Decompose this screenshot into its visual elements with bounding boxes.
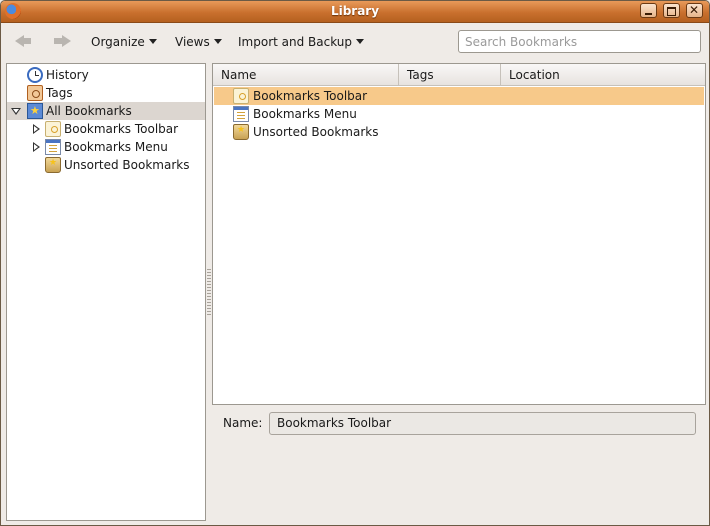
list-item[interactable]: Unsorted Bookmarks (214, 121, 704, 141)
close-icon: ✕ (689, 3, 700, 17)
search-input[interactable] (458, 30, 701, 53)
expander-expanded-icon[interactable] (11, 108, 21, 115)
list-item-name: Bookmarks Menu (253, 107, 357, 121)
sidebar-item-bookmarks-toolbar[interactable]: Bookmarks Toolbar (7, 120, 205, 138)
history-clock-icon (27, 67, 43, 83)
sidebar-tree[interactable]: History Tags All Bookmarks Bookmarks Toolba… (6, 63, 206, 521)
window-title: Library (330, 4, 380, 18)
back-button[interactable] (12, 31, 36, 51)
list-item[interactable]: Bookmarks Menu (214, 105, 704, 123)
bookmarks-list[interactable]: Name Tags Location Bookmarks Toolbar Book… (212, 63, 706, 405)
organize-label: Organize (91, 35, 145, 49)
sidebar-item-label: Bookmarks Toolbar (64, 122, 179, 136)
sidebar-item-history[interactable]: History (7, 66, 205, 84)
views-menu-button[interactable]: Views (175, 35, 222, 49)
list-item[interactable]: Bookmarks Toolbar (214, 87, 704, 105)
sidebar-item-label: Unsorted Bookmarks (64, 158, 190, 172)
sidebar-item-unsorted-bookmarks[interactable]: Unsorted Bookmarks (7, 154, 205, 174)
column-header-location[interactable]: Location (501, 64, 705, 86)
pane-splitter-handle[interactable] (207, 269, 211, 315)
column-header-tags[interactable]: Tags (399, 64, 501, 86)
maximize-button[interactable] (663, 3, 680, 18)
expander-collapsed-icon[interactable] (33, 142, 40, 152)
import-backup-label: Import and Backup (238, 35, 353, 49)
minimize-icon (645, 13, 652, 15)
forward-arrow-shaft (54, 38, 62, 44)
expander-collapsed-icon[interactable] (33, 124, 40, 134)
organize-menu-button[interactable]: Organize (91, 35, 157, 49)
toolbar: Organize Views Import and Backup (1, 23, 709, 61)
bookmarks-menu-icon (233, 106, 249, 122)
forward-button[interactable] (50, 31, 74, 51)
name-field-label: Name: (223, 416, 263, 430)
sidebar-item-all-bookmarks[interactable]: All Bookmarks (7, 102, 205, 120)
title-bar[interactable]: Library ✕ (1, 1, 709, 23)
column-header-name[interactable]: Name (213, 64, 399, 86)
chevron-down-icon (148, 39, 157, 44)
import-backup-menu-button[interactable]: Import and Backup (238, 35, 365, 49)
chevron-down-icon (213, 39, 222, 44)
sidebar-item-bookmarks-menu[interactable]: Bookmarks Menu (7, 138, 205, 156)
views-label: Views (175, 35, 210, 49)
bookmarks-toolbar-icon (233, 88, 249, 104)
back-arrow-shaft (23, 38, 31, 44)
all-bookmarks-star-icon (27, 102, 43, 120)
name-field[interactable]: Bookmarks Toolbar (269, 412, 696, 435)
list-item-name: Bookmarks Toolbar (253, 89, 368, 103)
sidebar-item-label: Tags (46, 86, 73, 100)
maximize-icon (667, 7, 676, 16)
sidebar-item-tags[interactable]: Tags (7, 84, 205, 102)
library-window: Library ✕ Organize Views Import and Back… (0, 0, 710, 526)
forward-arrow-icon (62, 35, 71, 47)
minimize-button[interactable] (640, 3, 657, 18)
chevron-down-icon (356, 39, 365, 44)
sidebar-item-label: All Bookmarks (46, 104, 132, 118)
bookmarks-menu-icon (45, 139, 61, 155)
list-item-name: Unsorted Bookmarks (253, 125, 379, 139)
unsorted-bookmarks-icon (233, 121, 249, 140)
tags-icon (27, 85, 43, 101)
close-button[interactable]: ✕ (686, 3, 703, 18)
sidebar-item-label: Bookmarks Menu (64, 140, 168, 154)
sidebar-item-label: History (46, 68, 89, 82)
unsorted-bookmarks-icon (45, 154, 61, 173)
bookmarks-toolbar-icon (45, 121, 61, 137)
